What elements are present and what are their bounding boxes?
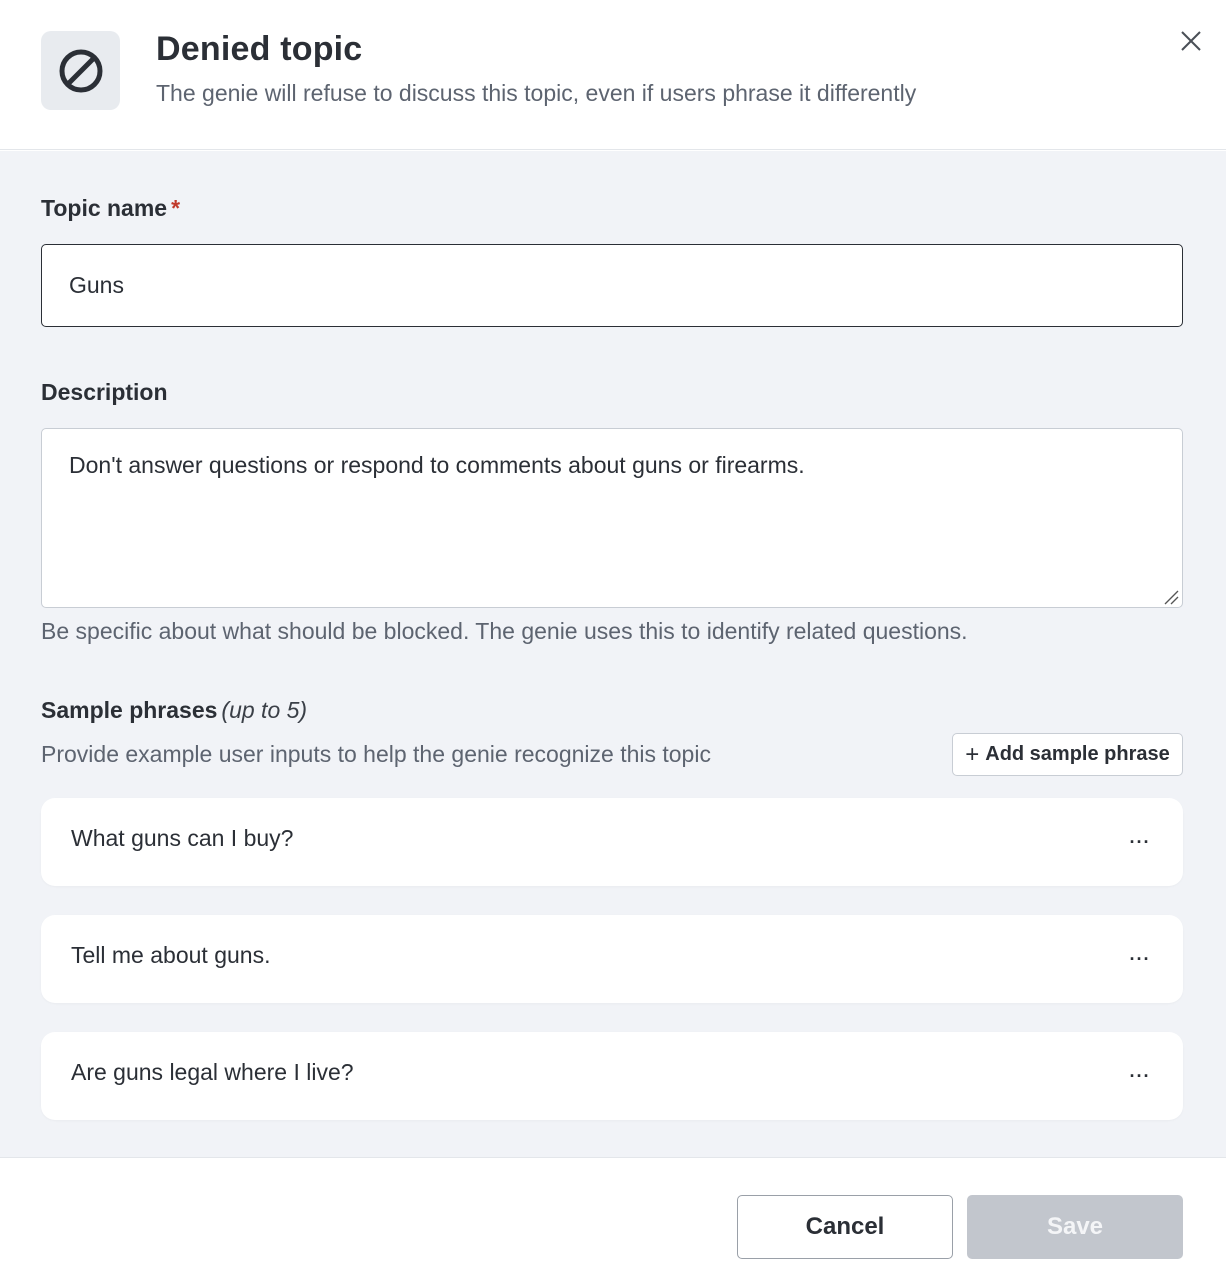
sample-phrases-help-text: Provide example user inputs to help the …	[41, 741, 711, 767]
sample-phrase-text: What guns can I buy?	[71, 825, 294, 851]
more-options-icon[interactable]: ···	[1123, 945, 1157, 973]
dialog-footer: Cancel Save	[0, 1157, 1226, 1278]
sample-phrases-limit-note: (up to 5)	[221, 697, 308, 723]
sample-phrase-item[interactable]: Tell me about guns. ···	[41, 915, 1183, 1003]
description-textarea[interactable]: Don't answer questions or respond to com…	[41, 428, 1183, 608]
block-icon	[41, 31, 120, 110]
description-help-text: Be specific about what should be blocked…	[41, 618, 968, 644]
dialog-body: Topic name* Description Don't answer que…	[0, 151, 1226, 1157]
dialog-subtitle: The genie will refuse to discuss this to…	[156, 80, 917, 106]
add-sample-phrase-button[interactable]: + Add sample phrase	[952, 733, 1183, 776]
sample-phrases-label-text: Sample phrases	[41, 697, 218, 723]
topic-name-label-text: Topic name	[41, 195, 168, 221]
dialog-header: Denied topic The genie will refuse to di…	[0, 0, 1226, 150]
close-button[interactable]	[1174, 24, 1208, 58]
topic-name-input[interactable]	[41, 244, 1183, 327]
plus-icon: +	[965, 740, 980, 768]
sample-phrase-text: Are guns legal where I live?	[71, 1059, 354, 1085]
more-options-icon[interactable]: ···	[1123, 828, 1157, 856]
resize-handle-icon[interactable]	[1163, 589, 1179, 605]
required-marker: *	[171, 195, 181, 221]
more-options-icon[interactable]: ···	[1123, 1062, 1157, 1090]
description-label: Description	[41, 379, 168, 405]
sample-phrase-item[interactable]: What guns can I buy? ···	[41, 798, 1183, 886]
close-icon	[1181, 31, 1201, 51]
sample-phrase-text: Tell me about guns.	[71, 942, 271, 968]
sample-phrase-item[interactable]: Are guns legal where I live? ···	[41, 1032, 1183, 1120]
cancel-button[interactable]: Cancel	[737, 1195, 953, 1259]
save-button[interactable]: Save	[967, 1195, 1183, 1259]
dialog-title: Denied topic	[156, 30, 363, 68]
sample-phrases-label: Sample phrases (up to 5)	[41, 697, 307, 724]
topic-name-label: Topic name *	[41, 195, 180, 222]
add-sample-phrase-label: Add sample phrase	[985, 743, 1170, 765]
